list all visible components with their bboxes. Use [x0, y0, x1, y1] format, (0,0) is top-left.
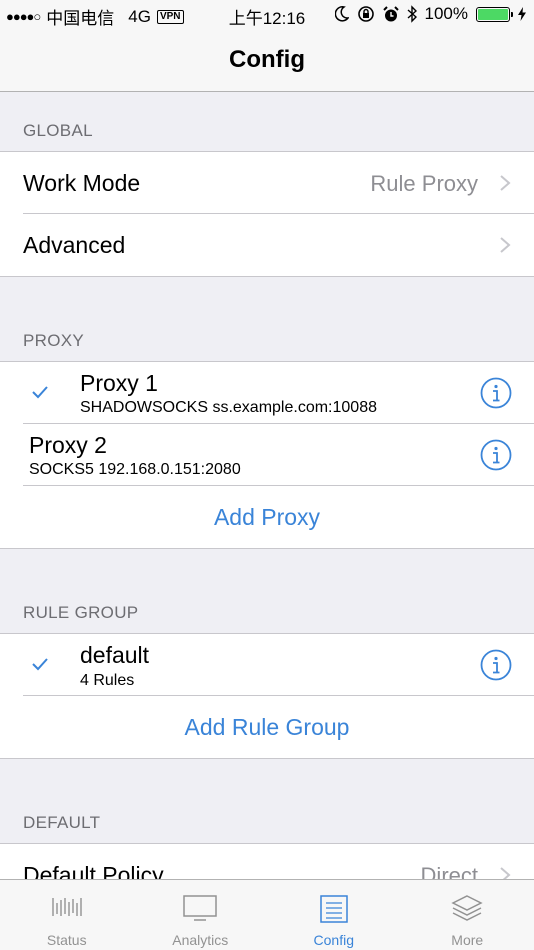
advanced-cell[interactable]: Advanced: [0, 214, 534, 276]
chevron-right-icon: [500, 867, 511, 879]
work-mode-cell[interactable]: Work Mode Rule Proxy: [0, 152, 534, 214]
rule-group-name: default: [80, 642, 150, 668]
status-bars-icon: [52, 898, 82, 916]
tab-status[interactable]: Status: [0, 880, 134, 950]
tab-label: Analytics: [172, 932, 229, 948]
info-icon[interactable]: [480, 377, 512, 409]
advanced-label: Advanced: [23, 232, 126, 258]
add-proxy-button[interactable]: Add Proxy: [0, 486, 534, 548]
default-policy-value: Direct: [420, 863, 478, 879]
document-list-icon: [320, 895, 348, 923]
proxy-detail: SHADOWSOCKS ss.example.com:10088: [80, 399, 377, 416]
section-header-proxy: PROXY: [23, 331, 85, 350]
tab-analytics[interactable]: Analytics: [134, 880, 268, 950]
section-header-rule-group: RULE GROUP: [23, 603, 139, 622]
layers-icon: [451, 895, 483, 921]
rule-group-group: default 4 Rules Add Rule Group: [0, 633, 534, 759]
rule-group-row-1[interactable]: default 4 Rules: [0, 634, 534, 696]
tab-label: Status: [46, 932, 87, 948]
tab-more[interactable]: More: [401, 880, 534, 950]
default-group: Default Policy Direct: [0, 843, 534, 879]
info-icon[interactable]: [480, 649, 512, 681]
alarm-icon: [382, 5, 399, 21]
status-bar-right: 100%: [334, 4, 526, 24]
proxy-detail: SOCKS5 192.168.0.151:2080: [29, 461, 241, 478]
moon-icon: [334, 6, 349, 22]
navigation-bar: Config: [0, 30, 534, 92]
tab-label: Config: [313, 932, 354, 948]
proxy-row-2[interactable]: Proxy 2 SOCKS5 192.168.0.151:2080: [0, 424, 534, 486]
battery-percent: 100%: [424, 4, 468, 23]
chevron-right-icon: [500, 175, 511, 191]
section-header-global: GLOBAL: [23, 121, 93, 140]
config-screen: ●●●●○ 中国电信 4G VPN 上午12:16 100% Config GL…: [0, 0, 534, 950]
battery-icon: [476, 6, 513, 22]
add-proxy-label: Add Proxy: [213, 504, 321, 530]
tab-bar: Status Analytics Config More: [0, 879, 534, 950]
checkmark-icon: [32, 386, 48, 399]
bluetooth-icon: [407, 5, 417, 23]
proxy-name: Proxy 1: [80, 370, 158, 396]
work-mode-label: Work Mode: [23, 170, 141, 196]
global-group: Work Mode Rule Proxy Advanced: [0, 151, 534, 277]
work-mode-value: Rule Proxy: [370, 171, 478, 196]
monitor-icon: [183, 895, 217, 921]
add-rule-group-button[interactable]: Add Rule Group: [0, 696, 534, 758]
default-policy-label: Default Policy: [23, 862, 164, 879]
tab-config[interactable]: Config: [267, 880, 401, 950]
proxy-row-1[interactable]: Proxy 1 SHADOWSOCKS ss.example.com:10088: [0, 362, 534, 424]
proxy-name: Proxy 2: [29, 432, 107, 458]
status-bar: ●●●●○ 中国电信 4G VPN 上午12:16 100%: [0, 0, 534, 30]
rotation-lock-icon: [357, 6, 374, 22]
rule-group-detail: 4 Rules: [80, 672, 135, 689]
page-title: Config: [229, 45, 305, 73]
checkmark-icon: [32, 658, 48, 671]
section-header-default: DEFAULT: [23, 813, 101, 832]
add-rule-group-label: Add Rule Group: [184, 714, 350, 740]
config-content[interactable]: GLOBAL Work Mode Rule Proxy Advanced PRO…: [0, 93, 534, 879]
charging-bolt-icon: [518, 7, 526, 21]
info-icon[interactable]: [480, 439, 512, 471]
tab-label: More: [451, 932, 484, 948]
default-policy-cell[interactable]: Default Policy Direct: [0, 844, 534, 879]
proxy-group: Proxy 1 SHADOWSOCKS ss.example.com:10088…: [0, 361, 534, 549]
chevron-right-icon: [500, 237, 511, 253]
